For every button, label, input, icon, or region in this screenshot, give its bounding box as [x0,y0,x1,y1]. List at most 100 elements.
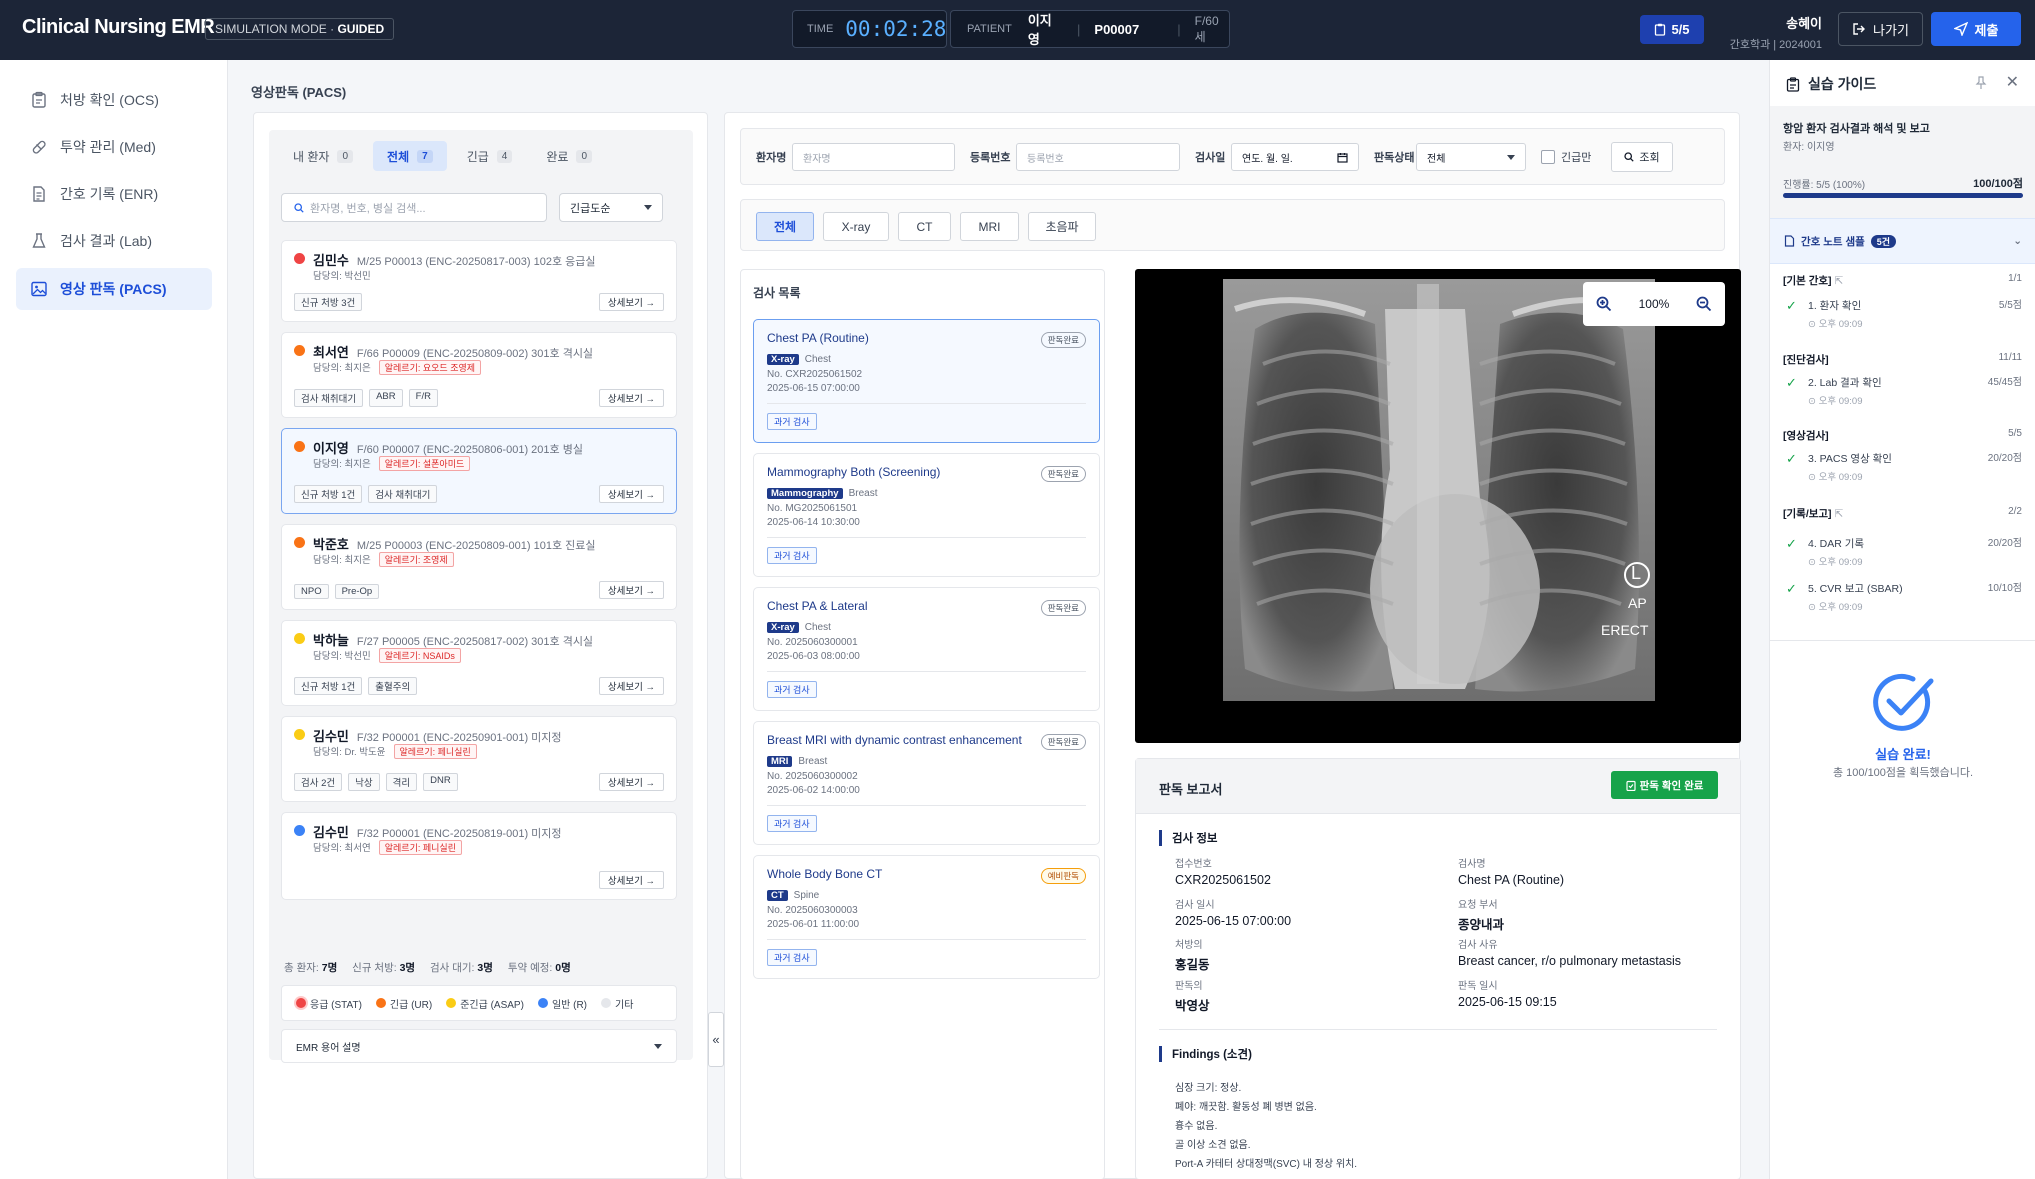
modality-tab-mri[interactable]: MRI [960,212,1019,241]
patient-card-tags: 신규 처방 1건 검사 채취대기 [294,485,438,503]
guide-step: 3. PACS 영상 확인 [1808,453,1892,465]
patient-card[interactable]: 김수민 F/32 P00001 (ENC-20250901-001) 미지정 담당… [281,716,677,802]
study-body-part: Chest [804,622,831,633]
sidebar-item-pacs[interactable]: 영상 판독 (PACS) [16,268,212,310]
tab-my-patients[interactable]: 내 환자 0 [279,141,367,171]
study-number: No. MG2025061501 [767,503,858,514]
zoom-in-icon[interactable] [1596,296,1612,312]
confirm-report-button[interactable]: 판독 확인 완료 [1611,771,1718,799]
sidebar-item-ocs[interactable]: 처방 확인 (OCS) [16,79,212,121]
filter-date-input[interactable]: 연도. 월. 일. [1231,143,1359,171]
urgency-dot [294,441,305,452]
finding-line: 골 이상 소견 없음. [1175,1140,1251,1151]
study-card[interactable]: Breast MRI with dynamic contrast enhance… [753,721,1100,845]
zoom-controls: 100% [1583,282,1725,326]
patient-search-input[interactable]: 환자명, 번호, 병실 검색... [281,193,547,222]
detail-button[interactable]: 상세보기 → [598,293,664,311]
study-card[interactable]: Chest PA & Lateral 판독완료 X-ray Chest No. 2… [753,587,1100,711]
legend-label: 응급 (STAT) [310,999,362,1011]
past-study-button[interactable]: 과거 검사 [767,413,817,430]
detail-button[interactable]: 상세보기 → [598,871,664,889]
modality-tab-xray[interactable]: X-ray [823,212,889,241]
sidebar-item-med[interactable]: 투약 관리 (Med) [16,126,212,168]
collapse-panel-button[interactable]: « [708,1012,724,1067]
emr-term-label: EMR 용어 설명 [296,1042,361,1054]
legend-label: 준긴급 (ASAP) [460,999,524,1011]
close-icon[interactable]: ✕ [2006,72,2019,92]
patient-card[interactable]: 박준호 M/25 P00003 (ENC-20250809-001) 101호 진… [281,524,677,610]
category-name: [기록/보고] [1783,508,1832,520]
detail-button[interactable]: 상세보기 → [598,773,664,791]
query-button[interactable]: 조회 [1611,142,1673,172]
modality-tabs: 전체 X-ray CT MRI 초음파 [740,199,1725,251]
modality-tab-ct[interactable]: CT [898,212,951,241]
study-date: 2025-06-01 11:00:00 [767,919,860,930]
patient-card-info: F/32 P00001 (ENC-20250819-001) 미지정 [356,828,562,840]
tab-urgent[interactable]: 긴급 4 [453,141,527,171]
field-value: 홍길동 [1175,958,1210,972]
filter-status-select[interactable]: 전체 [1416,143,1526,171]
filter-reg-input[interactable]: 등록번호 [1016,143,1180,171]
past-study-button[interactable]: 과거 검사 [767,681,817,698]
summary-label: 검사 대기: [430,962,475,974]
patient-card[interactable]: 박하늘 F/27 P00005 (ENC-20250817-002) 301호 격… [281,620,677,706]
study-card[interactable]: Whole Body Bone CT 예비판독 CT Spine No. 2025… [753,855,1100,979]
patient-card[interactable]: 김수민 F/32 P00001 (ENC-20250819-001) 미지정 담당… [281,812,677,900]
image-viewer[interactable]: L AP ERECT [1135,269,1741,743]
study-card-selected[interactable]: Chest PA (Routine) 판독완료 X-ray Chest No. C… [753,319,1100,443]
tag: Pre-Op [334,584,380,599]
exit-button[interactable]: 나가기 [1838,12,1923,46]
tab-all[interactable]: 전체 7 [373,141,447,171]
report-panel: 판독 보고서 판독 확인 완료 검사 정보 접수번호 CXR2025061502 … [1135,758,1741,1179]
external-link-icon[interactable]: ⇱ [1834,508,1843,520]
detail-button[interactable]: 상세보기 → [598,389,664,407]
patient-card[interactable]: 김민수 M/25 P00013 (ENC-20250817-003) 102호 응… [281,240,677,322]
modality-badge: X-ray [767,622,799,633]
tag: 검사 채취대기 [294,389,364,407]
submit-button[interactable]: 제출 [1931,12,2021,46]
modality-tab-all[interactable]: 전체 [756,212,814,241]
study-date: 2025-06-14 10:30:00 [767,517,860,528]
finding-line: 폐야: 깨끗함. 활동성 폐 병변 없음. [1175,1102,1317,1113]
sidebar-item-enr[interactable]: 간호 기록 (ENR) [16,173,212,215]
study-status-badge: 판독완료 [1040,466,1086,482]
nursing-note-sample-toggle[interactable]: 간호 노트 샘플 5건 ⌄ [1770,218,2035,264]
sort-select[interactable]: 긴급도순 [559,193,663,222]
detail-button[interactable]: 상세보기 → [598,581,664,599]
note-label: 간호 노트 샘플 [1801,235,1865,248]
patient-card-info: F/66 P00009 (ENC-20250809-002) 301호 격시실 [356,348,594,360]
summary-label: 투약 예정: [507,962,553,974]
finding-line: 흉수 없음. [1175,1121,1218,1132]
detail-button[interactable]: 상세보기 → [598,677,664,695]
score-button[interactable]: 5/5 [1640,15,1704,44]
legend-item: 일반 (R) [537,996,587,1011]
progress-bar [1783,193,2023,198]
pin-icon[interactable] [1975,76,1987,90]
filter-patient-input[interactable]: 환자명 [792,143,955,171]
past-study-button[interactable]: 과거 검사 [767,949,817,966]
tab-done[interactable]: 완료 0 [532,141,606,171]
detail-button[interactable]: 상세보기 → [598,485,664,503]
patient-card-selected[interactable]: 이지영 F/60 P00007 (ENC-20250806-001) 201호 병… [281,428,677,514]
divider [1770,640,2035,641]
sidebar-item-lab[interactable]: 검사 결과 (Lab) [16,220,212,262]
tag: 격리 [385,773,418,791]
urgent-only-checkbox[interactable] [1541,150,1555,164]
study-card[interactable]: Mammography Both (Screening) 판독완료 Mammog… [753,453,1100,577]
section-findings: Findings (소견) [1159,1046,1252,1062]
study-date: 2025-06-15 07:00:00 [767,383,860,394]
exit-label: 나가기 [1873,22,1909,38]
legend-label: 기타 [615,999,634,1011]
past-study-button[interactable]: 과거 검사 [767,815,817,832]
summary-label: 총 환자: [284,962,319,974]
modality-tab-ultrasound[interactable]: 초음파 [1028,212,1096,241]
patient-card-doctor: 담당의: 박선민 [313,268,371,282]
external-link-icon[interactable]: ⇱ [1834,275,1843,287]
patient-card-name: 이지영 [313,441,349,456]
past-study-button[interactable]: 과거 검사 [767,547,817,564]
urgency-dot [294,345,305,356]
emr-term-dropdown[interactable]: EMR 용어 설명 [281,1029,677,1063]
step-score: 20/20점 [1987,453,2022,464]
patient-card[interactable]: 최서연 F/66 P00009 (ENC-20250809-002) 301호 격… [281,332,677,418]
zoom-out-icon[interactable] [1696,296,1712,312]
